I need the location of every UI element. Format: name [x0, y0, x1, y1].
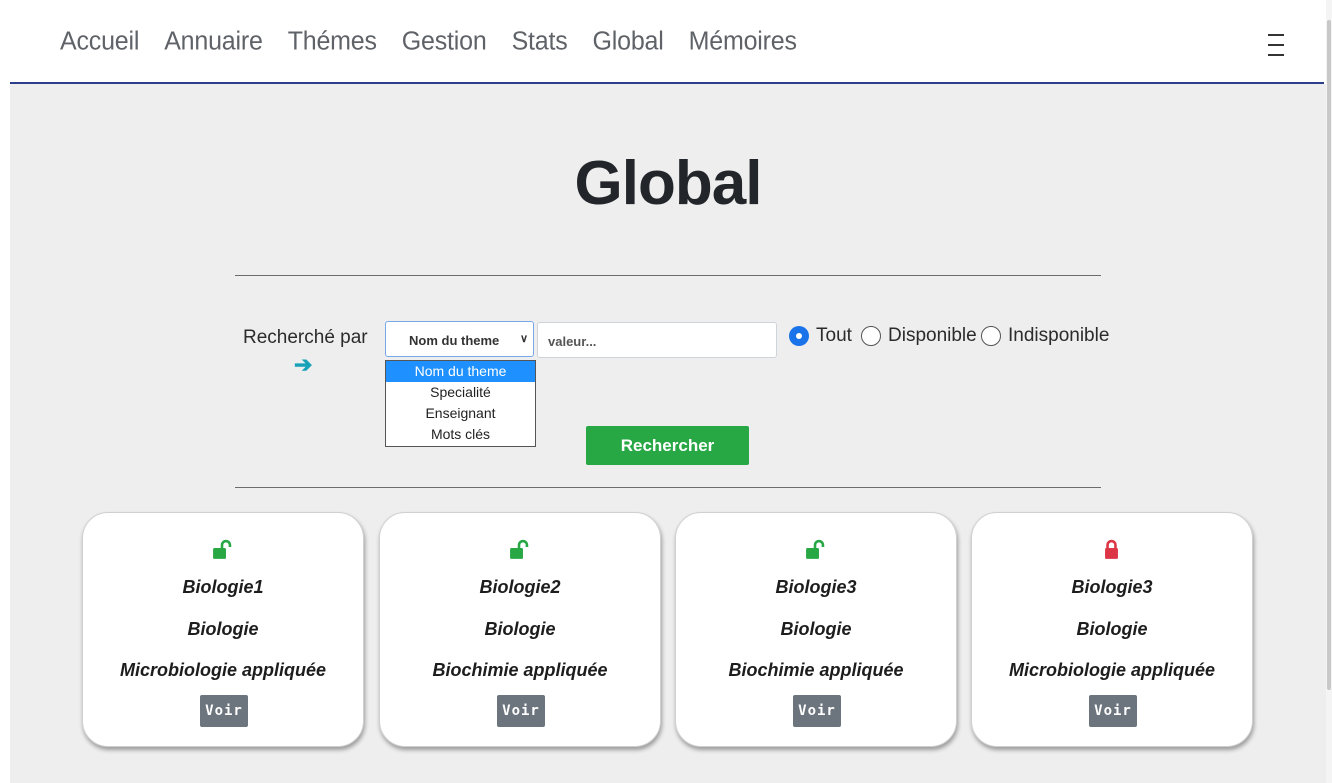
nav-link-accueil[interactable]: Accueil [60, 26, 139, 56]
card-title: Biologie3 [1071, 577, 1153, 597]
radio-unchecked-icon[interactable] [981, 326, 1001, 346]
radio-tout[interactable]: Tout [789, 325, 852, 347]
search-value-input[interactable]: valeur... [537, 322, 777, 358]
nav-link-stats[interactable]: Stats [512, 26, 568, 56]
card-title: Biologie2 [479, 577, 561, 597]
theme-card: Biologie3 Biologie Microbiologie appliqu… [971, 512, 1253, 747]
theme-card: Biologie3 Biologie Biochimie appliquée V… [675, 512, 957, 747]
card-speciality: Microbiologie appliquée [119, 660, 326, 680]
nav-link-global[interactable]: Global [593, 26, 664, 56]
nav-links: Accueil Annuaire Thémes Gestion Stats Gl… [60, 26, 822, 56]
divider-top [235, 275, 1101, 276]
radio-unchecked-icon[interactable] [861, 326, 881, 346]
radio-indisponible[interactable]: Indisponible [981, 325, 1109, 347]
nav-link-annuaire[interactable]: Annuaire [164, 26, 263, 56]
voir-button[interactable]: Voir [497, 695, 545, 727]
search-input-placeholder: valeur... [548, 334, 597, 349]
search-label: Recherché par [243, 327, 368, 348]
unlocked-icon [213, 539, 232, 559]
page-title: Global [574, 149, 763, 218]
card-field: Biologie [780, 619, 852, 639]
voir-button[interactable]: Voir [793, 695, 841, 727]
dropdown-option[interactable]: Mots clés [386, 424, 535, 445]
unlocked-icon [510, 539, 529, 559]
radio-label: Indisponible [1008, 325, 1110, 346]
locked-icon [1105, 539, 1118, 559]
radio-label: Disponible [888, 325, 977, 346]
dropdown-option[interactable]: Enseignant [386, 403, 535, 424]
nav-link-memoires[interactable]: Mémoires [689, 26, 797, 56]
radio-label: Tout [816, 325, 852, 346]
voir-button[interactable]: Voir [200, 695, 248, 727]
card-field: Biologie [484, 619, 556, 639]
dropdown-option[interactable]: Specialité [386, 382, 535, 403]
chevron-down-icon: ∨ [520, 333, 529, 345]
theme-card: Biologie1 Biologie Microbiologie appliqu… [82, 512, 364, 747]
select-current-value: Nom du theme [409, 333, 500, 348]
card-title: Biologie1 [182, 577, 264, 597]
radio-disponible[interactable]: Disponible [861, 325, 977, 347]
hamburger-icon[interactable] [1268, 34, 1284, 56]
criteria-dropdown-list: Nom du theme Specialité Enseignant Mots … [385, 360, 536, 447]
divider-bottom [235, 487, 1101, 488]
top-navbar: Accueil Annuaire Thémes Gestion Stats Gl… [0, 0, 1332, 84]
radio-checked-icon[interactable] [789, 326, 809, 346]
card-speciality: Microbiologie appliquée [1008, 660, 1215, 680]
dropdown-option[interactable]: Nom du theme [386, 361, 535, 382]
scrollbar-thumb[interactable] [1327, 20, 1331, 690]
nav-link-themes[interactable]: Thémes [288, 26, 377, 56]
voir-button[interactable]: Voir [1089, 695, 1137, 727]
page-scrollbar[interactable] [1326, 0, 1332, 783]
nav-link-gestion[interactable]: Gestion [402, 26, 487, 56]
arrow-right-icon: ➔ [294, 352, 313, 377]
search-button[interactable]: Rechercher [586, 426, 749, 465]
search-criteria-select[interactable]: Nom du theme ∨ [385, 321, 534, 357]
card-field: Biologie [187, 619, 259, 639]
card-title: Biologie3 [775, 577, 857, 597]
card-speciality: Biochimie appliquée [432, 660, 608, 680]
card-field: Biologie [1076, 619, 1148, 639]
card-speciality: Biochimie appliquée [728, 660, 904, 680]
unlocked-icon [806, 539, 825, 559]
theme-card: Biologie2 Biologie Biochimie appliquée V… [379, 512, 661, 747]
